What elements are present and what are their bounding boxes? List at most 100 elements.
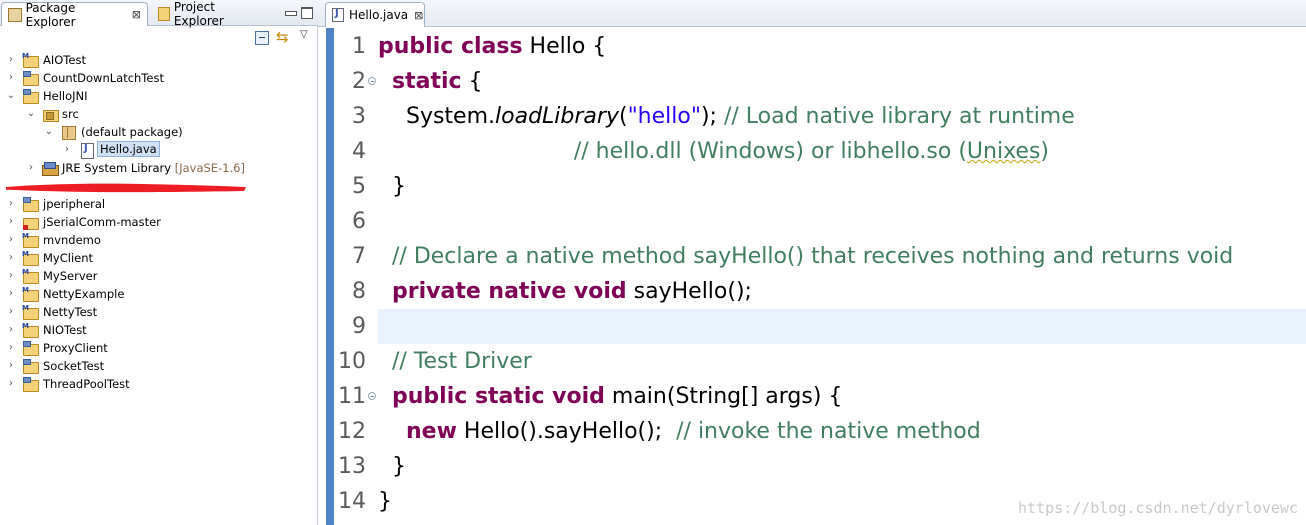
tab-project-explorer[interactable]: Project Explorer — [152, 0, 258, 28]
chevron-right-icon[interactable]: › — [6, 289, 16, 299]
tree-item-label: NIOTest — [43, 323, 87, 337]
tree-item-label: MyServer — [43, 269, 98, 283]
tree-item-default-package[interactable]: ⌄ (default package) — [0, 123, 318, 141]
chevron-right-icon[interactable]: › — [6, 307, 16, 317]
tree-item-niotest[interactable]: › NIOTest — [0, 321, 318, 339]
code-line: // hello.dll (Windows) or libhello.so (U… — [378, 134, 1306, 169]
line-number: 9 — [352, 314, 366, 339]
tree-item-jperipheral[interactable]: › jperipheral — [0, 195, 318, 213]
tree-item-sockettest[interactable]: › SocketTest — [0, 357, 318, 375]
view-menu-icon[interactable]: ▽ — [300, 29, 312, 41]
tree-item-jre-system-library[interactable]: › JRE System Library [JavaSE-1.6] — [0, 159, 318, 177]
tree-item-label: NettyTest — [43, 305, 98, 319]
tree-item-hello-java[interactable]: › Hello.java — [0, 141, 318, 159]
chevron-right-icon[interactable]: › — [62, 145, 72, 155]
close-icon[interactable]: ⊠ — [414, 9, 423, 22]
tree-item-label: JRE System Library — [62, 161, 172, 175]
chevron-right-icon[interactable]: › — [6, 379, 16, 389]
current-line-highlight — [378, 309, 1306, 344]
chevron-right-icon[interactable]: › — [6, 73, 16, 83]
tree-item-label: (default package) — [81, 125, 183, 139]
package-explorer-panel: Package Explorer ⊠ Project Explorer ▽ › … — [0, 0, 318, 525]
tree-item-myclient[interactable]: › MyClient — [0, 249, 318, 267]
code-line: public static void main(String[] args) { — [378, 379, 1306, 414]
tree-item-jserialcomm-master[interactable]: › jSerialComm-master — [0, 213, 318, 231]
code-text: System. — [405, 104, 496, 129]
chevron-right-icon[interactable]: › — [6, 325, 16, 335]
tree-item-mvndemo[interactable]: › mvndemo — [0, 231, 318, 249]
project-icon — [22, 376, 39, 392]
code-text: } — [392, 174, 406, 199]
project-icon — [22, 340, 39, 356]
tree-item-label: ThreadPoolTest — [43, 377, 130, 391]
tree-item-aiotest[interactable]: › AIOTest — [0, 51, 318, 69]
code-line: new Hello().sayHello(); // invoke the na… — [378, 414, 1306, 449]
tree-item-src[interactable]: ⌄ src — [0, 105, 318, 123]
fold-collapse-icon[interactable] — [368, 392, 376, 400]
tree-item-label: NettyExample — [43, 287, 125, 301]
tab-hello-java[interactable]: Hello.java ⊠ — [325, 2, 425, 27]
chevron-right-icon[interactable]: › — [6, 253, 16, 263]
chevron-right-icon[interactable]: › — [6, 55, 16, 65]
java-file-icon — [332, 8, 344, 22]
tree-item-threadpooltest[interactable]: › ThreadPoolTest — [0, 375, 318, 393]
project-icon — [22, 358, 39, 374]
chevron-right-icon[interactable]: › — [6, 199, 16, 209]
tree-item-countdownlatchtest[interactable]: › CountDownLatchTest — [0, 69, 318, 87]
explorer-toolbar: ▽ — [0, 27, 318, 49]
watermark: https://blog.csdn.net/dyrlovewc — [1018, 499, 1298, 517]
code-line: System.loadLibrary("hello"); // Load nat… — [378, 99, 1306, 134]
comment: // Declare a native method sayHello() th… — [392, 244, 1234, 269]
code-text: main(String[] args) { — [604, 384, 843, 409]
close-icon[interactable]: ⊠ — [132, 8, 141, 21]
chevron-right-icon[interactable]: › — [6, 361, 16, 371]
tree-item-label: jperipheral — [43, 197, 106, 211]
collapse-all-icon[interactable] — [255, 31, 269, 45]
tree-item-nettyexample[interactable]: › NettyExample — [0, 285, 318, 303]
chevron-down-icon[interactable]: ⌄ — [44, 127, 54, 137]
chevron-right-icon[interactable]: › — [6, 235, 16, 245]
line-number: 8 — [352, 279, 366, 304]
chevron-down-icon[interactable]: ⌄ — [26, 109, 36, 119]
tree-item-nettytest[interactable]: › NettyTest — [0, 303, 318, 321]
code-line: } — [378, 169, 1306, 204]
keyword: public static void — [392, 384, 605, 409]
code-editor[interactable]: public class Hello { static { System.loa… — [378, 28, 1306, 525]
tree-item-label: Hello.java — [97, 141, 160, 157]
code-line: // Test Driver — [378, 344, 1306, 379]
tree-item-myserver[interactable]: › MyServer — [0, 267, 318, 285]
line-number: 12 — [338, 419, 366, 444]
comment: ) — [1040, 139, 1049, 164]
link-with-editor-icon[interactable] — [276, 28, 292, 46]
maven-project-icon — [22, 250, 39, 266]
keyword: static — [392, 69, 462, 94]
code-text: } — [392, 454, 406, 479]
chevron-right-icon[interactable]: › — [26, 163, 36, 173]
tree-item-label: SocketTest — [43, 359, 105, 373]
fold-collapse-icon[interactable] — [368, 77, 376, 85]
tree-item-label: AIOTest — [43, 53, 86, 67]
maximize-icon[interactable] — [298, 4, 314, 20]
redaction-mark — [4, 183, 246, 193]
tab-label: Package Explorer — [25, 0, 76, 29]
comment: // Test Driver — [392, 349, 532, 374]
chevron-right-icon[interactable]: › — [6, 343, 16, 353]
chevron-right-icon[interactable]: › — [6, 217, 16, 227]
code-text: Hello { — [522, 34, 607, 59]
tree-item-proxyclient[interactable]: › ProxyClient — [0, 339, 318, 357]
line-number: 13 — [338, 454, 366, 479]
jre-library-icon — [42, 160, 59, 176]
explorer-tab-bar: Package Explorer ⊠ Project Explorer — [0, 0, 318, 29]
minimize-icon[interactable] — [282, 4, 298, 20]
chevron-right-icon[interactable]: › — [6, 271, 16, 281]
package-icon — [60, 124, 76, 140]
tree-item-hellojni[interactable]: ⌄ HelloJNI — [0, 87, 318, 105]
java-file-icon — [78, 142, 94, 159]
chevron-down-icon[interactable]: ⌄ — [6, 91, 16, 101]
tab-package-explorer[interactable]: Package Explorer ⊠ — [1, 0, 148, 29]
